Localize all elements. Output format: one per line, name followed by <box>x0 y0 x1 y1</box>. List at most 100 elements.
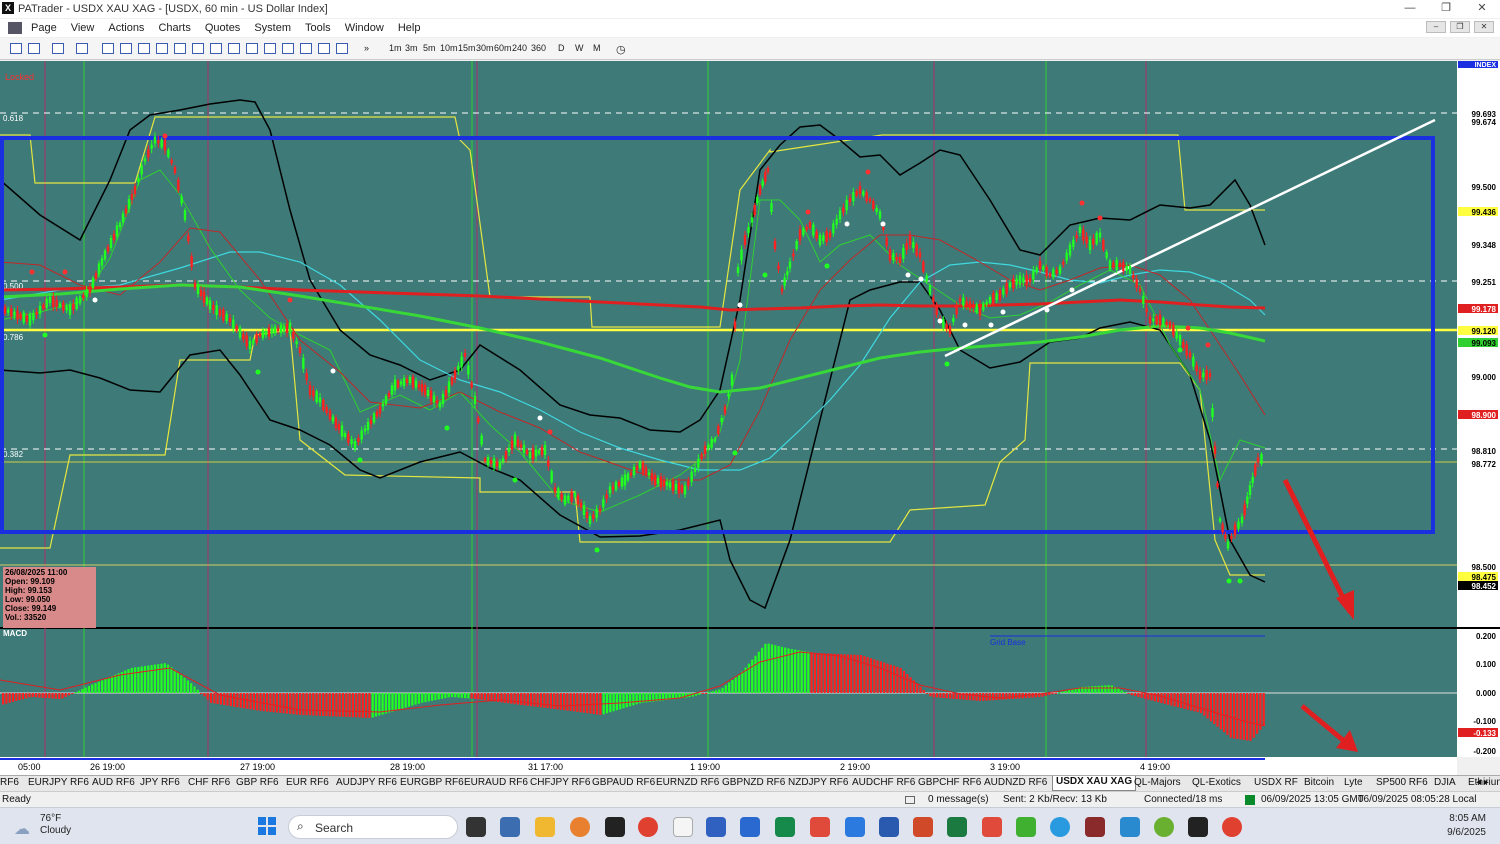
symbol-tab[interactable]: AUD RF6 <box>92 777 135 788</box>
app-blue-icon[interactable] <box>1120 817 1140 837</box>
app-black-icon[interactable] <box>1188 817 1208 837</box>
levels-icon[interactable] <box>336 43 348 54</box>
menu-actions[interactable]: Actions <box>103 22 149 34</box>
timeframe-m[interactable]: M <box>593 43 601 53</box>
symbol-tab[interactable]: NZDJPY RF6 <box>788 777 848 788</box>
symbol-tab[interactable]: RF6 <box>0 777 19 788</box>
rectangle-icon[interactable] <box>282 43 294 54</box>
vline-icon[interactable] <box>138 43 150 54</box>
notes-icon[interactable] <box>706 817 726 837</box>
word-icon[interactable] <box>879 817 899 837</box>
windows-start-icon[interactable] <box>258 817 276 835</box>
symbol-tab[interactable]: DJIA <box>1434 777 1456 788</box>
mdi-minimize-button[interactable]: – <box>1426 21 1446 33</box>
menu-quotes[interactable]: Quotes <box>200 22 245 34</box>
trendline-icon[interactable] <box>156 43 168 54</box>
system-clock[interactable]: 8:05 AM 9/6/2025 <box>1447 812 1486 840</box>
maximize-button[interactable]: ❐ <box>1428 0 1464 18</box>
channel-icon[interactable] <box>174 43 186 54</box>
chart-app-icon[interactable] <box>673 817 693 837</box>
calculator-icon[interactable] <box>500 817 520 837</box>
symbol-tab[interactable]: QL-Majors <box>1134 777 1181 788</box>
symbol-tab[interactable]: EURAUD RF6 <box>464 777 528 788</box>
symbol-tab[interactable]: EURNZD RF6 <box>656 777 719 788</box>
symbol-tab[interactable]: QL-Exotics <box>1192 777 1241 788</box>
symbol-tab[interactable]: GBPAUD RF6 <box>592 777 655 788</box>
app-green-c-icon[interactable] <box>1016 817 1036 837</box>
symbol-tab[interactable]: Bitcoin <box>1304 777 1334 788</box>
symbol-tab[interactable]: USDX RF <box>1254 777 1298 788</box>
symbol-tab[interactable]: USDX XAU XAG <box>1052 776 1137 791</box>
app-red-c-icon[interactable] <box>982 817 1002 837</box>
fib-ext-icon[interactable] <box>228 43 240 54</box>
fibonacci-icon[interactable] <box>192 43 204 54</box>
finance-app-icon[interactable] <box>775 817 795 837</box>
timeframe-10m[interactable]: 10m <box>440 43 458 53</box>
symbol-tab[interactable]: EUR RF6 <box>286 777 329 788</box>
menu-charts[interactable]: Charts <box>153 22 195 34</box>
file-explorer-icon[interactable] <box>535 817 555 837</box>
taskbar-search[interactable]: ⌕ Search <box>288 815 458 839</box>
crosshair-icon[interactable] <box>76 43 88 54</box>
menu-page[interactable]: Page <box>26 22 62 34</box>
timeframe-d[interactable]: D <box>558 43 565 53</box>
telegram-icon[interactable] <box>1050 817 1070 837</box>
menu-help[interactable]: Help <box>393 22 426 34</box>
hline-icon[interactable] <box>120 43 132 54</box>
symbol-tab[interactable]: GBPNZD RF6 <box>722 777 785 788</box>
mail-icon[interactable] <box>905 796 915 804</box>
symbol-tab[interactable]: GBPCHF RF6 <box>918 777 981 788</box>
mdi-restore-button[interactable]: ❐ <box>1450 21 1470 33</box>
excel-icon[interactable] <box>947 817 967 837</box>
symbol-tab[interactable]: EURGBP RF6 <box>400 777 464 788</box>
text-icon[interactable] <box>300 43 312 54</box>
page-menu-icon[interactable] <box>8 22 22 34</box>
symbol-tab[interactable]: GBP RF6 <box>236 777 279 788</box>
s-app-red-icon[interactable] <box>810 817 830 837</box>
cursor-icon[interactable] <box>102 43 114 54</box>
symbol-tab[interactable]: AUDJPY RF6 <box>336 777 397 788</box>
task-view-icon[interactable] <box>466 817 486 837</box>
symbol-tab[interactable]: JPY RF6 <box>140 777 180 788</box>
mdi-close-button[interactable]: ✕ <box>1474 21 1494 33</box>
menu-view[interactable]: View <box>66 22 100 34</box>
ic-markets-icon[interactable] <box>605 817 625 837</box>
grid-icon[interactable] <box>318 43 330 54</box>
buy-icon[interactable] <box>10 43 22 54</box>
tab-scroll-arrows-icon[interactable]: ◂ ▸ <box>1476 777 1489 788</box>
minimize-button[interactable]: — <box>1392 0 1428 18</box>
close-button[interactable]: ✕ <box>1464 0 1500 18</box>
fib-retrace-icon[interactable] <box>210 43 222 54</box>
sell-icon[interactable] <box>28 43 40 54</box>
timeframe-1m[interactable]: 1m <box>389 43 402 53</box>
symbol-tab[interactable]: CHF RF6 <box>188 777 230 788</box>
menu-tools[interactable]: Tools <box>300 22 336 34</box>
app-w-icon[interactable] <box>1154 817 1174 837</box>
timeframe-360[interactable]: 360 <box>531 43 546 53</box>
chart-window[interactable]: 0.618 0.500 0.786 0.382 Locked MACD Grid… <box>0 61 1500 775</box>
timeframe-5m[interactable]: 5m <box>423 43 436 53</box>
symbol-tab[interactable]: CHFJPY RF6 <box>530 777 590 788</box>
app-icon-orange[interactable] <box>570 817 590 837</box>
andrews-icon[interactable] <box>264 43 276 54</box>
timeframe-w[interactable]: W <box>575 43 584 53</box>
timeframe-3m[interactable]: 3m <box>405 43 418 53</box>
gann-icon[interactable] <box>246 43 258 54</box>
symbol-tab[interactable]: AUDNZD RF6 <box>984 777 1047 788</box>
powerpoint-icon[interactable] <box>913 817 933 837</box>
symbol-tab[interactable]: AUDCHF RF6 <box>852 777 915 788</box>
status-messages[interactable]: 0 message(s) <box>928 794 989 805</box>
timeframe-30m[interactable]: 30m <box>476 43 494 53</box>
menu-window[interactable]: Window <box>340 22 389 34</box>
app-dark-red-icon[interactable] <box>1085 817 1105 837</box>
chrome-icon[interactable] <box>638 817 658 837</box>
more-tools-icon[interactable]: » <box>364 43 369 53</box>
symbol-tab[interactable]: Lyte <box>1344 777 1363 788</box>
s-app-blue-icon[interactable] <box>845 817 865 837</box>
timeframe-240[interactable]: 240 <box>512 43 527 53</box>
timeframe-15m[interactable]: 15m <box>458 43 476 53</box>
timeframe-60m[interactable]: 60m <box>494 43 512 53</box>
symbol-tab[interactable]: EURJPY RF6 <box>28 777 89 788</box>
chart-icon[interactable] <box>52 43 64 54</box>
clock-icon[interactable]: ◷ <box>616 43 626 56</box>
